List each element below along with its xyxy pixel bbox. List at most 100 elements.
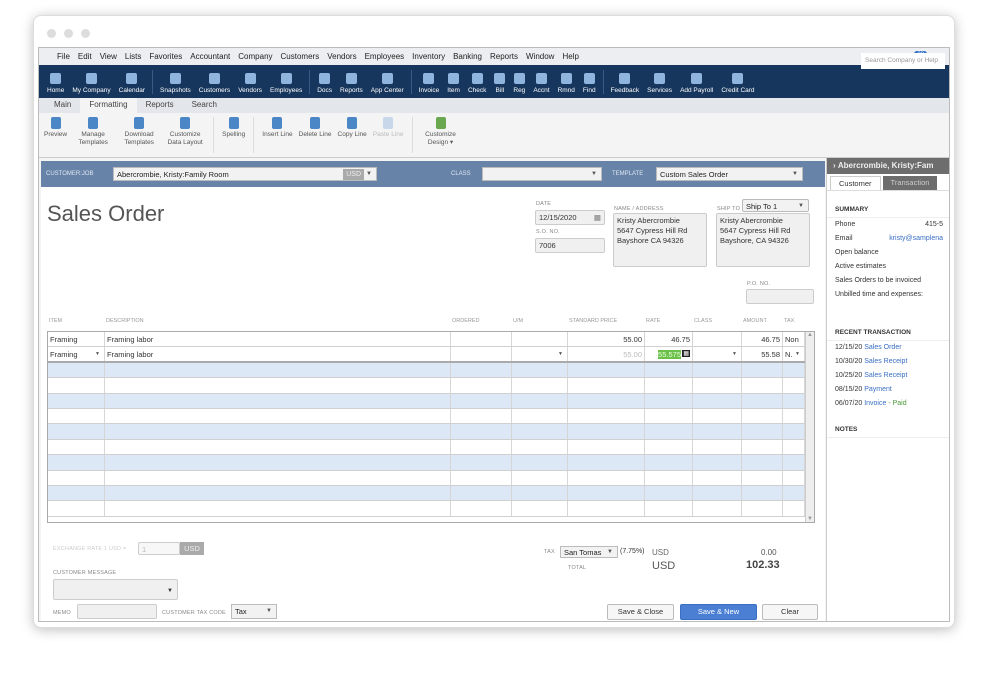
cell-class[interactable] xyxy=(693,362,742,378)
empty-row[interactable] xyxy=(48,424,805,440)
side-panel-header[interactable]: › Abercrombie, Kristy:Fam xyxy=(827,158,949,174)
transaction-link[interactable]: Sales Order xyxy=(864,344,901,351)
cell-description[interactable] xyxy=(105,409,451,424)
cell-class[interactable]: ▼ xyxy=(693,347,742,361)
paste-line-button[interactable]: Paste Line xyxy=(373,117,404,153)
cell-description[interactable]: Framing labor xyxy=(105,332,451,347)
cell-rate[interactable] xyxy=(645,409,693,424)
window-minimize-button[interactable] xyxy=(64,29,73,38)
cell-std-price[interactable] xyxy=(568,470,645,485)
iconbar-bill[interactable]: Bill xyxy=(494,73,506,94)
scroll-up-icon[interactable]: ▲ xyxy=(806,332,814,338)
cell-description[interactable] xyxy=(105,393,451,408)
menu-employees[interactable]: Employees xyxy=(365,52,405,61)
clear-button[interactable]: Clear xyxy=(762,604,818,620)
iconbar-reg[interactable]: Reg xyxy=(513,73,525,94)
cell-ordered[interactable] xyxy=(451,501,512,516)
cell-class[interactable] xyxy=(693,393,742,408)
cell-rate[interactable] xyxy=(645,362,693,378)
cell-std-price[interactable] xyxy=(568,424,645,439)
tab-reports[interactable]: Reports xyxy=(137,98,183,113)
iconbar-calendar[interactable]: Calendar xyxy=(119,73,145,94)
download-templates-button[interactable]: Download Templates xyxy=(119,117,159,153)
so-number-field[interactable]: 7006 xyxy=(535,238,605,253)
menu-help[interactable]: Help xyxy=(562,52,578,61)
iconbar-services[interactable]: Services xyxy=(647,73,672,94)
cell-description[interactable] xyxy=(105,470,451,485)
cell-std-price[interactable] xyxy=(568,393,645,408)
cell-item[interactable]: Framing xyxy=(48,332,105,347)
menu-window[interactable]: Window xyxy=(526,52,554,61)
cell-description[interactable] xyxy=(105,362,451,378)
menu-vendors[interactable]: Vendors xyxy=(327,52,356,61)
iconbar-vendors[interactable]: Vendors xyxy=(238,73,262,94)
memo-field[interactable] xyxy=(77,604,157,619)
iconbar-docs[interactable]: Docs xyxy=(317,73,332,94)
cell-rate[interactable]: 46.75 xyxy=(645,332,693,347)
window-close-button[interactable] xyxy=(47,29,56,38)
email-link[interactable]: kristy@samplena xyxy=(889,232,943,246)
cell-class[interactable] xyxy=(693,455,742,470)
name-address-field[interactable]: Kristy Abercrombie 5647 Cypress Hill Rd Ba… xyxy=(613,213,707,267)
cell-tax[interactable] xyxy=(783,455,805,470)
iconbar-check[interactable]: Check xyxy=(468,73,486,94)
empty-row[interactable] xyxy=(48,362,805,379)
chevron-down-icon[interactable]: ▼ xyxy=(795,351,800,357)
tax-item-select[interactable]: San Tomas ▼ xyxy=(560,546,618,558)
iconbar-invoice[interactable]: Invoice xyxy=(419,73,439,94)
cell-item[interactable] xyxy=(48,424,105,439)
iconbar-rmnd[interactable]: Rmnd xyxy=(558,73,575,94)
menu-edit[interactable]: Edit xyxy=(78,52,92,61)
cell-ordered[interactable] xyxy=(451,470,512,485)
menu-banking[interactable]: Banking xyxy=(453,52,482,61)
iconbar-accnt[interactable]: Accnt xyxy=(533,73,550,94)
iconbar-add-payroll[interactable]: Add Payroll xyxy=(680,73,713,94)
transaction-link[interactable]: Payment xyxy=(864,386,892,393)
calculator-icon[interactable]: ▦ xyxy=(682,350,690,358)
cell-item[interactable] xyxy=(48,455,105,470)
cell-ordered[interactable] xyxy=(451,378,512,393)
cell-item[interactable] xyxy=(48,393,105,408)
cell-amount[interactable] xyxy=(742,378,783,393)
cell-ordered[interactable] xyxy=(451,347,512,361)
chevron-down-icon[interactable]: ▼ xyxy=(95,351,100,357)
cell-amount[interactable] xyxy=(742,455,783,470)
cell-ordered[interactable] xyxy=(451,393,512,408)
iconbar-customers[interactable]: Customers xyxy=(199,73,230,94)
cell-std-price[interactable] xyxy=(568,501,645,516)
chevron-down-icon[interactable]: ▼ xyxy=(558,351,563,357)
cell-um[interactable] xyxy=(512,409,568,424)
cell-class[interactable] xyxy=(693,424,742,439)
cell-ordered[interactable] xyxy=(451,362,512,378)
cell-description[interactable] xyxy=(105,424,451,439)
empty-row[interactable] xyxy=(48,501,805,517)
cell-um[interactable] xyxy=(512,332,568,347)
cell-std-price[interactable] xyxy=(568,455,645,470)
cell-item[interactable] xyxy=(48,501,105,516)
customize-data-layout-button[interactable]: Customize Data Layout xyxy=(165,117,205,153)
cell-tax[interactable] xyxy=(783,486,805,501)
recent-transaction[interactable]: 12/15/20 Sales Order xyxy=(827,341,949,355)
date-field[interactable]: 12/15/2020 ▦ xyxy=(535,210,605,225)
preview-button[interactable]: Preview xyxy=(44,117,67,153)
cell-tax[interactable] xyxy=(783,470,805,485)
ship-to-select[interactable]: Ship To 1 ▼ xyxy=(742,199,809,212)
cell-description[interactable] xyxy=(105,439,451,455)
empty-row[interactable] xyxy=(48,470,805,486)
cell-ordered[interactable] xyxy=(451,439,512,455)
cell-um[interactable] xyxy=(512,439,568,455)
iconbar-app-center[interactable]: App Center xyxy=(371,73,404,94)
cell-tax[interactable] xyxy=(783,439,805,455)
cell-rate[interactable] xyxy=(645,486,693,501)
cell-class[interactable] xyxy=(693,378,742,393)
menu-reports[interactable]: Reports xyxy=(490,52,518,61)
cell-um[interactable] xyxy=(512,470,568,485)
cell-description[interactable] xyxy=(105,501,451,516)
cell-item[interactable] xyxy=(48,362,105,378)
cell-um[interactable] xyxy=(512,424,568,439)
table-row[interactable]: Framing ▼ Framing labor ▼ 55.00 55.575 ▦ ▼ 55.58… xyxy=(48,347,805,363)
menu-inventory[interactable]: Inventory xyxy=(412,52,445,61)
cell-std-price[interactable] xyxy=(568,378,645,393)
spelling-button[interactable]: Spelling xyxy=(222,117,245,153)
cell-std-price[interactable] xyxy=(568,439,645,455)
